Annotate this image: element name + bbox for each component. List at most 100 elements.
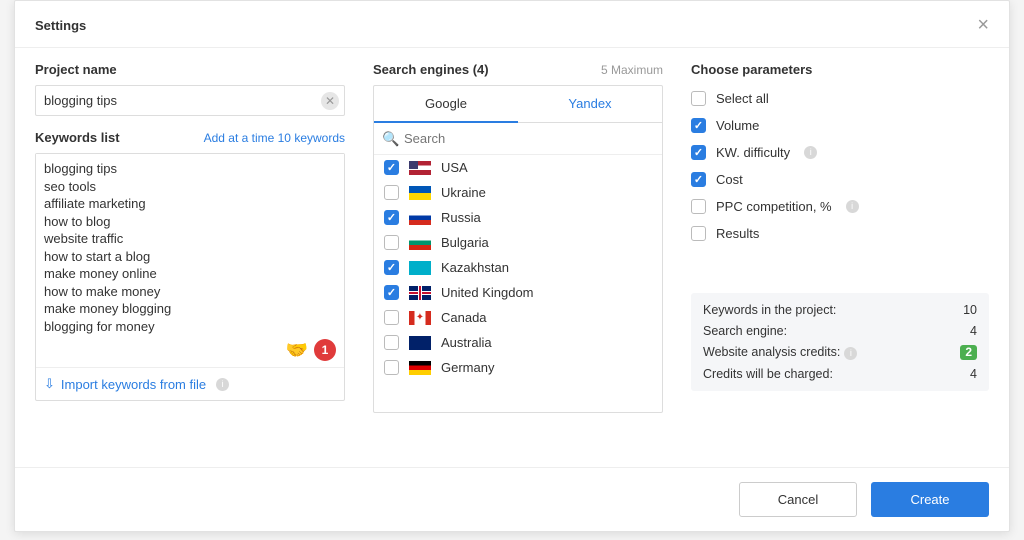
country-row[interactable]: Ukraine bbox=[374, 180, 662, 205]
keywords-badges: 🤝 1 bbox=[36, 335, 344, 367]
summary-row: Keywords in the project: 10 bbox=[703, 303, 977, 317]
country-checkbox[interactable] bbox=[384, 360, 399, 375]
summary-row: Search engine:4 bbox=[703, 324, 977, 338]
country-search-input[interactable] bbox=[374, 123, 662, 154]
summary-row: Website analysis credits:i 2 bbox=[703, 345, 977, 360]
flag-icon bbox=[409, 261, 431, 275]
param-checkbox[interactable] bbox=[691, 145, 706, 160]
country-name: Ukraine bbox=[441, 185, 486, 200]
country-name: Canada bbox=[441, 310, 487, 325]
search-engine-panel: Google Yandex 🔍 USA Ukraine Russia Bulgaria… bbox=[373, 85, 663, 413]
flag-icon bbox=[409, 186, 431, 200]
country-search-wrap: 🔍 bbox=[374, 123, 662, 155]
param-row[interactable]: PPC competition, % i bbox=[691, 193, 989, 220]
import-keywords-button[interactable]: ⇩ Import keywords from file i bbox=[36, 367, 344, 400]
modal-footer: Cancel Create bbox=[15, 467, 1009, 531]
country-name: USA bbox=[441, 160, 468, 175]
param-checkbox[interactable] bbox=[691, 226, 706, 241]
summary-value: 10 bbox=[963, 303, 977, 317]
summary-label: Keywords in the project: bbox=[703, 303, 836, 317]
settings-modal: Settings × Project name ✕ Keywords list … bbox=[14, 0, 1010, 532]
country-row[interactable]: Germany bbox=[374, 355, 662, 380]
flag-icon bbox=[409, 211, 431, 225]
country-name: Bulgaria bbox=[441, 235, 489, 250]
col-project-keywords: Project name ✕ Keywords list Add at a ti… bbox=[35, 62, 345, 467]
param-checkbox[interactable] bbox=[691, 172, 706, 187]
project-name-input[interactable] bbox=[35, 85, 345, 116]
country-name: Australia bbox=[441, 335, 492, 350]
country-name: Germany bbox=[441, 360, 494, 375]
project-name-label: Project name bbox=[35, 62, 117, 77]
summary-label: Search engine: bbox=[703, 324, 787, 338]
param-label: PPC competition, % bbox=[716, 199, 832, 214]
create-button[interactable]: Create bbox=[871, 482, 989, 517]
country-name: Russia bbox=[441, 210, 481, 225]
param-label: Cost bbox=[716, 172, 743, 187]
country-checkbox[interactable] bbox=[384, 310, 399, 325]
keywords-list-label: Keywords list bbox=[35, 130, 120, 145]
country-checkbox[interactable] bbox=[384, 335, 399, 350]
info-icon: i bbox=[846, 200, 859, 213]
country-row[interactable]: United Kingdom bbox=[374, 280, 662, 305]
param-label: KW. difficulty bbox=[716, 145, 790, 160]
summary-label: Credits will be charged: bbox=[703, 367, 833, 381]
search-icon: 🔍 bbox=[382, 130, 399, 147]
country-row[interactable]: Australia bbox=[374, 330, 662, 355]
flag-icon bbox=[409, 161, 431, 175]
country-checkbox[interactable] bbox=[384, 210, 399, 225]
search-engines-max: 5 Maximum bbox=[601, 63, 663, 77]
modal-header: Settings × bbox=[15, 1, 1009, 48]
summary-value: 2 bbox=[960, 345, 977, 360]
summary-row: Credits will be charged: 4 bbox=[703, 367, 977, 381]
keywords-hint[interactable]: Add at a time 10 keywords bbox=[204, 131, 345, 145]
info-icon: i bbox=[804, 146, 817, 159]
clear-icon[interactable]: ✕ bbox=[321, 92, 339, 110]
info-icon: i bbox=[844, 347, 857, 360]
country-checkbox[interactable] bbox=[384, 285, 399, 300]
col-search-engines: Search engines (4) 5 Maximum Google Yand… bbox=[373, 62, 663, 467]
summary-value: 4 bbox=[970, 367, 977, 381]
country-row[interactable]: Russia bbox=[374, 205, 662, 230]
param-row[interactable]: Select all bbox=[691, 85, 989, 112]
country-checkbox[interactable] bbox=[384, 185, 399, 200]
tab-google[interactable]: Google bbox=[374, 86, 518, 123]
download-icon: ⇩ bbox=[44, 376, 55, 392]
keywords-box: 🤝 1 ⇩ Import keywords from file i bbox=[35, 153, 345, 401]
country-checkbox[interactable] bbox=[384, 160, 399, 175]
param-row[interactable]: Results bbox=[691, 220, 989, 247]
engine-tabs: Google Yandex bbox=[374, 86, 662, 123]
param-row[interactable]: Volume bbox=[691, 112, 989, 139]
param-checkbox[interactable] bbox=[691, 91, 706, 106]
parameters-label: Choose parameters bbox=[691, 62, 812, 77]
parameters-list: Select all Volume KW. difficulty i Cost PPC c… bbox=[691, 85, 989, 247]
modal-body: Project name ✕ Keywords list Add at a ti… bbox=[15, 48, 1009, 467]
tab-yandex[interactable]: Yandex bbox=[518, 86, 662, 123]
flag-icon bbox=[409, 311, 431, 325]
country-name: United Kingdom bbox=[441, 285, 534, 300]
flag-icon bbox=[409, 361, 431, 375]
info-icon: i bbox=[216, 378, 229, 391]
param-row[interactable]: KW. difficulty i bbox=[691, 139, 989, 166]
close-icon[interactable]: × bbox=[977, 15, 989, 35]
flag-icon bbox=[409, 336, 431, 350]
country-list[interactable]: USA Ukraine Russia Bulgaria Kazakhstan United… bbox=[374, 155, 662, 412]
flag-icon bbox=[409, 236, 431, 250]
param-label: Select all bbox=[716, 91, 769, 106]
handshake-icon: 🤝 bbox=[286, 340, 308, 361]
param-checkbox[interactable] bbox=[691, 199, 706, 214]
country-checkbox[interactable] bbox=[384, 235, 399, 250]
cancel-button[interactable]: Cancel bbox=[739, 482, 857, 517]
summary-box: Keywords in the project: 10 Search engine:… bbox=[691, 293, 989, 391]
country-row[interactable]: Kazakhstan bbox=[374, 255, 662, 280]
country-row[interactable]: USA bbox=[374, 155, 662, 180]
modal-title: Settings bbox=[35, 18, 86, 33]
keywords-textarea[interactable] bbox=[36, 154, 344, 335]
country-row[interactable]: Bulgaria bbox=[374, 230, 662, 255]
param-row[interactable]: Cost bbox=[691, 166, 989, 193]
country-row[interactable]: Canada bbox=[374, 305, 662, 330]
summary-label: Website analysis credits:i bbox=[703, 345, 857, 360]
param-checkbox[interactable] bbox=[691, 118, 706, 133]
country-checkbox[interactable] bbox=[384, 260, 399, 275]
param-label: Results bbox=[716, 226, 759, 241]
country-name: Kazakhstan bbox=[441, 260, 509, 275]
